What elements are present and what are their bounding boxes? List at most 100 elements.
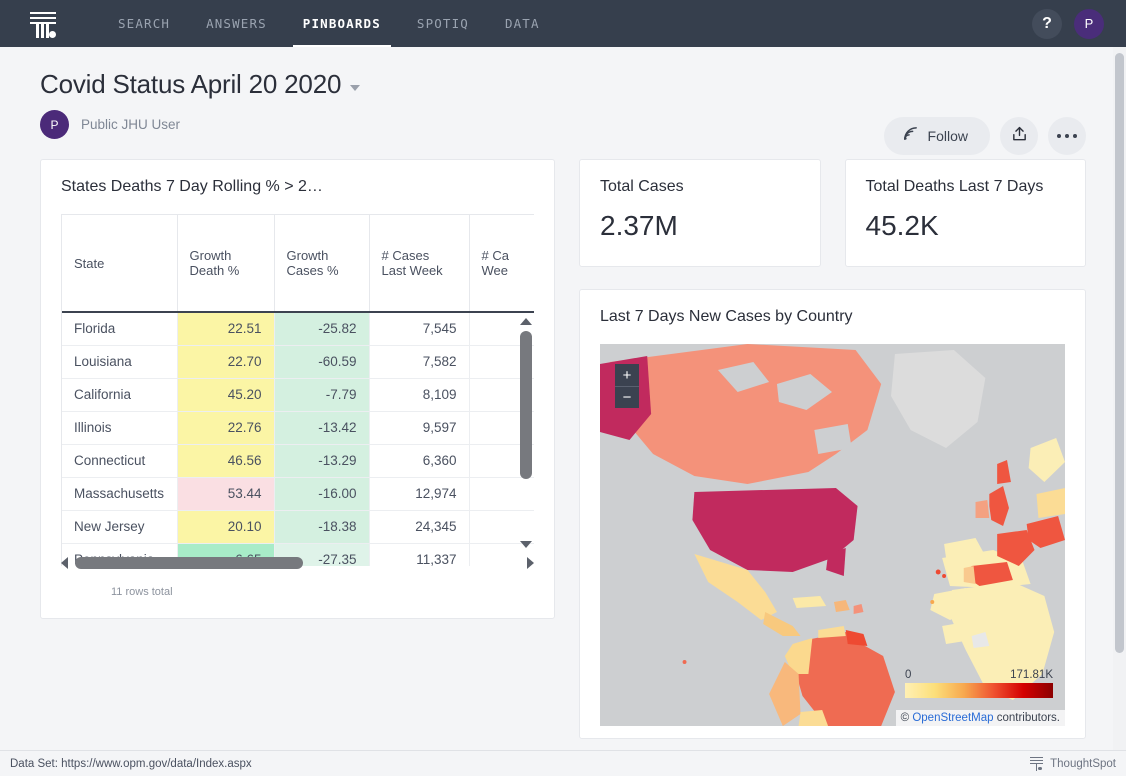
cell-growth-death: 20.10 [177, 510, 275, 544]
table-tile: States Deaths 7 Day Rolling % > 2… State… [40, 159, 555, 619]
header-line-1: Growth [189, 248, 232, 263]
page-scroll-thumb[interactable] [1115, 53, 1124, 653]
map-attribution: © OpenStreetMap contributors. [895, 710, 1065, 726]
nav-item-search[interactable]: SEARCH [100, 0, 188, 47]
chevron-down-icon[interactable] [350, 84, 361, 91]
openstreetmap-link[interactable]: OpenStreetMap [912, 712, 993, 724]
top-navigation-bar: SEARCH ANSWERS PINBOARDS SPOTIQ DATA ? P [0, 0, 1126, 47]
cell-growth-cases: -7.79 [274, 378, 370, 412]
cell-growth-death: 22.70 [177, 345, 275, 379]
attribution-prefix: © [900, 712, 913, 724]
header-line-2: Death % [189, 263, 240, 278]
cell-growth-cases: -16.00 [274, 477, 370, 511]
horizontal-scroll-thumb[interactable] [75, 557, 303, 569]
legend-labels: 0 171.81K [905, 669, 1053, 681]
follow-label: Follow [927, 128, 968, 144]
zoom-in-button[interactable]: + [615, 364, 639, 386]
scroll-left-arrow-icon[interactable] [61, 557, 68, 569]
cell-growth-death: 46.56 [177, 444, 275, 478]
kpi-value: 2.37M [600, 210, 678, 241]
zoom-out-button[interactable]: − [615, 386, 639, 408]
cell-growth-death: 53.44 [177, 477, 275, 511]
choropleth-map[interactable]: + − 0 171.81K © OpenStreetMap contributo… [600, 344, 1065, 726]
kpi-tile-total-cases: Total Cases 2.37M [579, 159, 821, 267]
attribution-suffix: contributors. [993, 712, 1060, 724]
nav-item-spotiq[interactable]: SPOTIQ [399, 0, 487, 47]
title-row: Covid Status April 20 2020 [40, 69, 1086, 100]
pinboard-tiles: States Deaths 7 Day Rolling % > 2… State… [0, 159, 1126, 739]
pinboard-page: SEARCH ANSWERS PINBOARDS SPOTIQ DATA ? P… [0, 0, 1126, 776]
user-avatar[interactable]: P [1074, 8, 1104, 39]
states-table: State Growth Death % Growth Cases % # Ca… [62, 215, 534, 566]
cell-state: California [62, 378, 178, 412]
nav-item-answers[interactable]: ANSWERS [188, 0, 285, 47]
cell-cases-last-week: 12,974 [369, 477, 470, 511]
author-name: Public JHU User [81, 117, 181, 132]
kpi-title: Total Deaths Last 7 Days [865, 178, 1044, 195]
broadcast-icon [902, 125, 919, 147]
nav-items: SEARCH ANSWERS PINBOARDS SPOTIQ DATA [100, 0, 558, 47]
column-header-growth-death[interactable]: Growth Death % [177, 215, 275, 313]
vertical-scroll-thumb[interactable] [520, 331, 532, 479]
author-avatar: P [40, 110, 69, 139]
page-header: Covid Status April 20 2020 P Public JHU … [0, 47, 1126, 155]
table-row[interactable]: Connecticut 46.56 -13.29 6,360 [62, 444, 534, 478]
table-row[interactable]: Florida 22.51 -25.82 7,545 [62, 312, 534, 346]
cell-cases-last-week: 7,545 [369, 312, 470, 346]
nav-item-data[interactable]: DATA [487, 0, 558, 47]
column-header-growth-cases[interactable]: Growth Cases % [274, 215, 370, 313]
legend-gradient-bar [905, 683, 1053, 698]
table-row[interactable]: Illinois 22.76 -13.42 9,597 [62, 411, 534, 445]
page-scrollbar[interactable] [1113, 47, 1126, 750]
scroll-right-arrow-icon[interactable] [527, 557, 534, 569]
page-title: Covid Status April 20 2020 [40, 69, 342, 99]
column-header-state[interactable]: State [62, 215, 178, 313]
kpi-row: Total Cases 2.37M Total Deaths Last 7 Da… [579, 159, 1086, 267]
cell-cases-last-week: 7,582 [369, 345, 470, 379]
nav-right-actions: ? P [1032, 8, 1110, 39]
header-line-2: Wee [481, 263, 509, 278]
left-column: States Deaths 7 Day Rolling % > 2… State… [40, 159, 555, 739]
table-row[interactable]: Massachusetts 53.44 -16.00 12,974 [62, 477, 534, 511]
header-line-1: # Ca [481, 248, 509, 263]
column-header-cases-week-truncated[interactable]: # Ca Wee [469, 215, 534, 313]
header-line-1: State [74, 255, 105, 271]
kpi-title: Total Cases [600, 178, 684, 195]
cell-growth-death: 45.20 [177, 378, 275, 412]
cell-cases-last-week: 8,109 [369, 378, 470, 412]
header-line-1: # Cases [381, 248, 430, 263]
cell-state: Massachusetts [62, 477, 178, 511]
nav-item-pinboards[interactable]: PINBOARDS [285, 0, 399, 47]
dataset-label: Data Set: https://www.opm.gov/data/Index… [10, 757, 252, 770]
kpi-value: 45.2K [865, 210, 939, 241]
app-logo[interactable] [16, 10, 70, 38]
share-button[interactable] [1000, 117, 1038, 155]
more-options-button[interactable] [1048, 117, 1086, 155]
cell-cases-last-week: 9,597 [369, 411, 470, 445]
cell-state: Florida [62, 312, 178, 346]
column-header-cases-last-week[interactable]: # Cases Last Week [369, 215, 470, 313]
map-color-legend: 0 171.81K [905, 669, 1053, 698]
table-row[interactable]: New Jersey 20.10 -18.38 24,345 [62, 510, 534, 544]
table-vertical-scrollbar[interactable] [518, 313, 534, 566]
follow-button[interactable]: Follow [883, 117, 990, 155]
header-actions: Follow [883, 117, 1086, 155]
map-zoom-controls: + − [615, 364, 639, 408]
thoughtspot-logo-icon-small [1029, 756, 1044, 771]
right-column: Total Cases 2.37M Total Deaths Last 7 Da… [579, 159, 1086, 739]
table-header-row: State Growth Death % Growth Cases % # Ca… [62, 215, 534, 313]
horizontal-scroll-track[interactable] [75, 557, 520, 569]
table-horizontal-scrollbar[interactable] [61, 554, 534, 572]
cell-state: New Jersey [62, 510, 178, 544]
help-icon[interactable]: ? [1032, 8, 1062, 39]
table-row[interactable]: California 45.20 -7.79 8,109 [62, 378, 534, 412]
cell-growth-cases: -25.82 [274, 312, 370, 346]
scroll-up-arrow-icon[interactable] [518, 313, 534, 329]
scroll-down-arrow-icon[interactable] [518, 536, 534, 552]
cell-growth-cases: -13.29 [274, 444, 370, 478]
cell-growth-cases: -18.38 [274, 510, 370, 544]
footer-brand-area: ThoughtSpot [1029, 756, 1116, 771]
table-scroll-area: State Growth Death % Growth Cases % # Ca… [61, 214, 534, 566]
header-line-2: Cases % [286, 263, 339, 278]
table-row[interactable]: Louisiana 22.70 -60.59 7,582 [62, 345, 534, 379]
